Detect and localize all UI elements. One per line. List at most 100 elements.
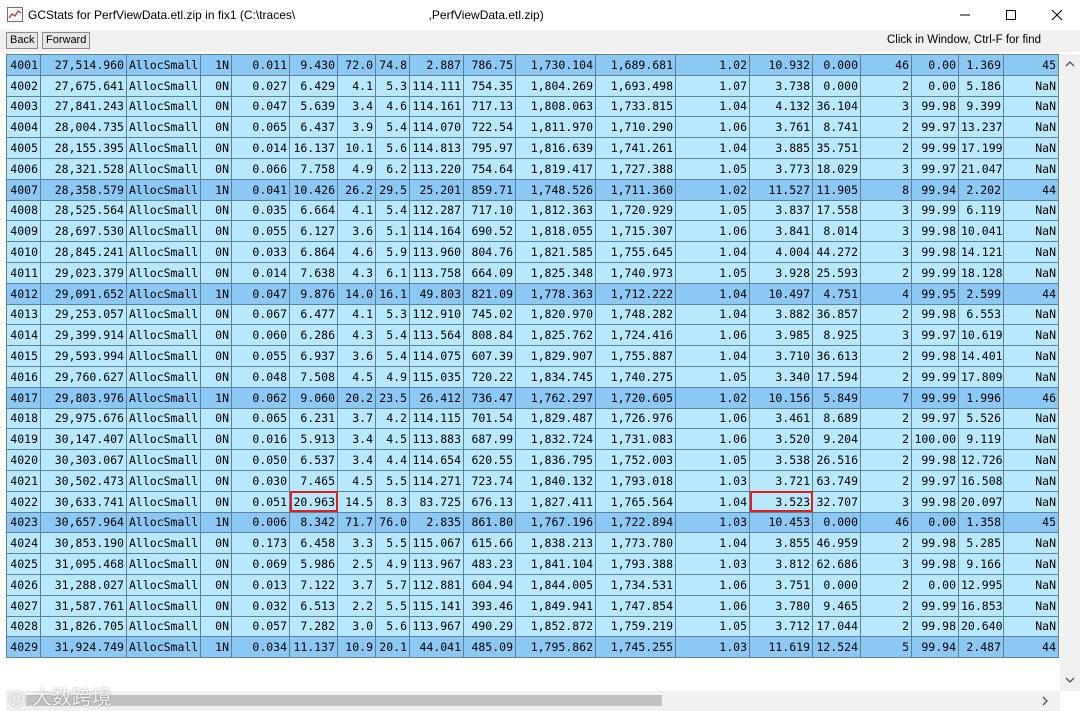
table-row[interactable]: 4011 29,023.379 AllocSmall 0N 0.014 7.638 4.3 6… (6, 261, 1059, 284)
maximize-button[interactable] (988, 0, 1034, 30)
table-cell: 1,767.196 (515, 511, 596, 534)
table-cell: 0N (200, 615, 232, 638)
table-row[interactable]: 4003 27,841.243 AllocSmall 0N 0.047 5.639 3.4 4… (6, 95, 1059, 118)
table-row[interactable]: 4014 29,399.914 AllocSmall 0N 0.060 6.286 4.3 5… (6, 324, 1059, 347)
table-cell: 99.97 (911, 116, 959, 139)
table-cell: 44.272 (812, 241, 861, 263)
table-cell: AllocSmall (126, 324, 201, 347)
table-cell: 1.03 (675, 469, 750, 492)
table-cell: 4.4 (375, 449, 410, 471)
table-row[interactable]: 4015 29,593.994 AllocSmall 0N 0.055 6.937 3.6 5… (6, 345, 1059, 367)
table-cell: NaN (1003, 220, 1059, 243)
table-row[interactable]: 4019 30,147.407 AllocSmall 0N 0.016 5.913 3.4 4… (6, 428, 1059, 451)
table-row[interactable]: 4016 29,760.627 AllocSmall 0N 0.048 7.508 4.5 4… (6, 365, 1059, 388)
table-cell: 1.02 (675, 386, 750, 409)
close-icon (1051, 9, 1063, 21)
table-cell: 2.887 (409, 54, 464, 76)
table-cell: 113.883 (409, 428, 464, 451)
table-cell: 4003 (6, 95, 41, 118)
table-cell: 0N (200, 469, 232, 492)
table-row[interactable]: 4002 27,675.641 AllocSmall 0N 0.027 6.429 4.1 5… (6, 74, 1059, 97)
table-row[interactable]: 4024 30,853.190 AllocSmall 0N 0.173 6.458 3.3 5… (6, 532, 1059, 555)
table-cell: 0.062 (231, 386, 290, 409)
table-cell: 26.2 (337, 178, 376, 201)
table-cell: 0.069 (231, 553, 290, 575)
table-cell: 4.6 (337, 241, 376, 263)
table-cell: 0.00 (1058, 199, 1059, 222)
table-cell: 1,773.780 (595, 532, 676, 555)
table-row[interactable]: 4025 31,095.468 AllocSmall 0N 0.069 5.986 2.5 4… (6, 553, 1059, 575)
table-row[interactable]: 4028 31,826.705 AllocSmall 0N 0.057 7.282 3.0 5… (6, 615, 1059, 638)
table-cell: 0.060 (231, 324, 290, 347)
horizontal-scrollbar[interactable] (6, 691, 1060, 711)
table-cell: 99.99 (911, 594, 959, 617)
table-cell: 112.910 (409, 303, 464, 326)
table-cell: 6.2 (375, 157, 410, 180)
table-cell: 28,697.530 (40, 220, 127, 243)
table-cell: 113.220 (409, 157, 464, 180)
table-cell: 2 (860, 116, 912, 139)
table-cell: 1,745.255 (595, 636, 676, 659)
table-row[interactable]: 4009 28,697.530 AllocSmall 0N 0.055 6.127 3.6 5… (6, 220, 1059, 243)
table-cell: 3.710 (749, 345, 813, 367)
table-row[interactable]: 4020 30,303.067 AllocSmall 0N 0.050 6.537 3.4 4… (6, 449, 1059, 471)
table-cell: 0.00 (1058, 532, 1059, 555)
gc-stats-grid[interactable]: 4001 27,514.960 AllocSmall 1N 0.011 9.430 72.0… (6, 54, 1059, 691)
table-cell: 0.006 (231, 511, 290, 534)
table-cell: 1.05 (675, 261, 750, 284)
table-cell: 0.066 (231, 157, 290, 180)
table-cell: 4.5 (337, 469, 376, 492)
table-row[interactable]: 4004 28,004.735 AllocSmall 0N 0.065 6.437 3.9 5… (6, 116, 1059, 139)
vertical-scrollbar[interactable] (1060, 54, 1080, 691)
scroll-up-icon[interactable] (1065, 60, 1075, 67)
table-cell: 100.00 (911, 428, 959, 451)
table-row[interactable]: 4010 28,845.241 AllocSmall 0N 0.033 6.864 4.6 5… (6, 241, 1059, 263)
table-row[interactable]: 4029 31,924.749 AllocSmall 1N 0.034 11.137 10.… (6, 636, 1059, 659)
table-cell: AllocSmall (126, 449, 201, 471)
table-cell: NaN (1003, 303, 1059, 326)
table-cell: 7.122 (289, 573, 338, 596)
table-cell: 0N (200, 365, 232, 388)
table-cell: 8.925 (812, 324, 861, 347)
scroll-right-icon[interactable] (1042, 696, 1049, 706)
table-row[interactable]: 4006 28,321.528 AllocSmall 0N 0.066 7.758 4.9 6… (6, 157, 1059, 180)
table-cell: 3.7 (337, 407, 376, 430)
table-row[interactable]: 4017 29,803.976 AllocSmall 1N 0.062 9.060 20.2… (6, 386, 1059, 409)
table-cell: 0.000 (812, 573, 861, 596)
table-row[interactable]: 4027 31,587.761 AllocSmall 0N 0.032 6.513 2.2 5… (6, 594, 1059, 617)
table-row[interactable]: 4022 30,633.741 AllocSmall 0N 0.051 20.963 14.… (6, 490, 1059, 513)
close-button[interactable] (1034, 0, 1080, 30)
table-cell: 4007 (6, 178, 41, 201)
scroll-down-icon[interactable] (1065, 677, 1075, 684)
back-button[interactable]: Back (6, 32, 39, 49)
table-cell: 4020 (6, 449, 41, 471)
table-cell: 0N (200, 345, 232, 367)
table-row[interactable]: 4021 30,502.473 AllocSmall 0N 0.030 7.465 4.5 5… (6, 469, 1059, 492)
table-cell: 0.00 (1058, 178, 1059, 201)
table-row[interactable]: 4018 29,975.676 AllocSmall 0N 0.065 6.231 3.7 4… (6, 407, 1059, 430)
table-row[interactable]: 4023 30,657.964 AllocSmall 1N 0.006 8.342 71.7… (6, 511, 1059, 534)
table-cell: 3.837 (749, 199, 813, 222)
minimize-button[interactable] (942, 0, 988, 30)
table-row[interactable]: 4013 29,253.057 AllocSmall 0N 0.067 6.477 4.1 5… (6, 303, 1059, 326)
table-cell: 0.00 (1058, 636, 1059, 659)
table-cell: 1,825.348 (515, 261, 596, 284)
table-cell: 3.3 (337, 532, 376, 555)
table-cell: 99.98 (911, 95, 959, 118)
table-cell: 4026 (6, 573, 41, 596)
table-row[interactable]: 4026 31,288.027 AllocSmall 0N 0.013 7.122 3.7 5… (6, 573, 1059, 596)
table-cell: 10.619 (958, 324, 1004, 347)
table-cell: 6.458 (289, 532, 338, 555)
table-cell: 0N (200, 95, 232, 118)
table-cell: 1N (200, 636, 232, 659)
horizontal-scroll-thumb[interactable] (26, 695, 662, 706)
table-row[interactable]: 4012 29,091.652 AllocSmall 1N 0.047 9.876 14.0… (6, 282, 1059, 305)
forward-button[interactable]: Forward (42, 32, 91, 49)
table-row[interactable]: 4005 28,155.395 AllocSmall 0N 0.014 16.137 10.… (6, 137, 1059, 159)
table-row[interactable]: 4001 27,514.960 AllocSmall 1N 0.011 9.430 72.0… (6, 54, 1059, 76)
table-cell: NaN (1003, 95, 1059, 118)
table-row[interactable]: 4008 28,525.564 AllocSmall 0N 0.035 6.664 4.1 5… (6, 199, 1059, 222)
table-row[interactable]: 4007 28,358.579 AllocSmall 1N 0.041 10.426 26.… (6, 178, 1059, 201)
table-cell: 4001 (6, 54, 41, 76)
table-cell: 1,836.795 (515, 449, 596, 471)
